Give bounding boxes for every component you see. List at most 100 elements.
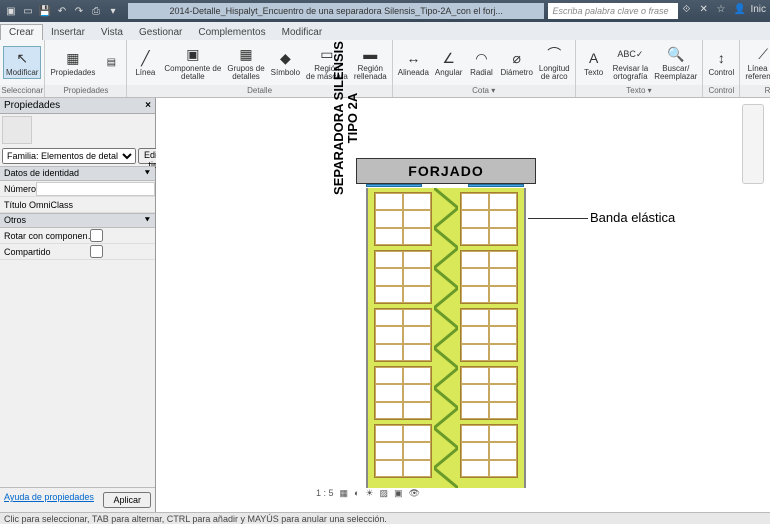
row-compartido: Compartido	[0, 244, 155, 260]
redo-icon[interactable]: ↷	[72, 4, 86, 18]
exchange-icon[interactable]: ✕	[699, 4, 713, 18]
search-input[interactable]: Escriba palabra clave o frase	[548, 3, 678, 19]
group-referencia: ⟋Línea de referencia ▱Plano de referenci…	[740, 40, 770, 97]
row-rotar: Rotar con componen…	[0, 228, 155, 244]
fill-icon: ▬	[360, 44, 380, 64]
find-icon: 🔍	[666, 44, 686, 64]
crop-icon[interactable]: ▣	[394, 488, 403, 499]
close-icon[interactable]: ×	[145, 100, 151, 111]
revisar-button[interactable]: ABC✓Revisar la ortografía	[611, 43, 651, 82]
rotar-checkbox[interactable]	[90, 229, 103, 242]
family-selector[interactable]: Familia: Elementos de detal	[2, 148, 136, 164]
scale-control[interactable]: 1 : 5	[316, 488, 334, 498]
wall-type-label: SEPARADORA SILENSIS TIPO 2A	[332, 8, 361, 228]
buscar-button[interactable]: 🔍Buscar/ Reemplazar	[652, 43, 699, 82]
visual-style-icon[interactable]: ◐	[354, 488, 359, 498]
group-cota: ↔Alineada ∠Angular ◠Radial ⌀Diámetro ⌒Lo…	[393, 40, 576, 97]
save-icon[interactable]: 💾	[38, 4, 52, 18]
text-icon: A	[584, 48, 604, 68]
print-icon[interactable]: ⎙	[89, 4, 103, 18]
shadow-icon[interactable]: ▨	[380, 488, 389, 499]
tab-gestionar[interactable]: Gestionar	[131, 25, 190, 40]
apply-button[interactable]: Aplicar	[103, 492, 151, 508]
group-label: Texto ▾	[576, 85, 703, 97]
ribbon-tabs: Crear Insertar Vista Gestionar Complemen…	[0, 22, 770, 40]
numero-omni-input[interactable]	[36, 182, 155, 196]
detail-drawing: FORJADO	[356, 158, 536, 184]
radial-icon: ◠	[471, 48, 491, 68]
subscription-icon[interactable]: ⟐	[682, 4, 696, 18]
propiedades-button[interactable]: ▦Propiedades	[48, 47, 97, 78]
tab-insertar[interactable]: Insertar	[43, 25, 93, 40]
modificar-button[interactable]: ↖Modificar	[3, 46, 41, 79]
detail-level-icon[interactable]: ▦	[340, 488, 349, 499]
type-thumb	[0, 114, 155, 146]
status-bar: Clic para seleccionar, TAB para alternar…	[0, 512, 770, 524]
group-label: Cota ▾	[393, 85, 575, 97]
tab-complementos[interactable]: Complementos	[190, 25, 273, 40]
nav-bar[interactable]	[742, 104, 764, 184]
leader-line	[528, 218, 588, 219]
quick-access-toolbar: ▣ ▭ 💾 ↶ ↷ ⎙ ▾	[0, 4, 124, 18]
arc-icon: ⌒	[544, 44, 564, 64]
radial-button[interactable]: ◠Radial	[466, 47, 496, 78]
simbolo-button[interactable]: ◆Símbolo	[269, 47, 302, 78]
properties-header: Propiedades ×	[0, 98, 155, 114]
componente-button[interactable]: ▣Componente de detalle	[162, 43, 223, 82]
titulo-omni-value	[90, 198, 155, 212]
group-texto: ATexto ABC✓Revisar la ortografía 🔍Buscar…	[576, 40, 704, 97]
angular-button[interactable]: ∠Angular	[433, 47, 465, 78]
tab-vista[interactable]: Vista	[93, 25, 131, 40]
linea-ref-button[interactable]: ⟋Línea de referencia	[743, 43, 770, 82]
line-icon: ╱	[135, 48, 155, 68]
refline-icon: ⟋	[753, 44, 770, 64]
user-icon[interactable]: 👤	[733, 4, 747, 18]
help-link[interactable]: Ayuda de propiedades	[4, 492, 94, 508]
insulation-icon	[434, 188, 458, 488]
hide-icon[interactable]: 👁	[409, 488, 420, 499]
section-identidad[interactable]: Datos de identidad⯆	[0, 166, 155, 181]
group-control: ↕Control Control	[703, 40, 740, 97]
aligned-icon: ↔	[403, 48, 423, 68]
compartido-checkbox[interactable]	[90, 245, 103, 258]
qat-more-icon[interactable]: ▾	[106, 4, 120, 18]
row-numero-omni: Número OmniClass	[0, 181, 155, 197]
cursor-icon: ↖	[12, 48, 32, 68]
group-propiedades: ▦Propiedades ▤ Propiedades	[45, 40, 127, 97]
section-otros[interactable]: Otros⯆	[0, 213, 155, 228]
app-menu-icon[interactable]: ▣	[4, 4, 18, 18]
alineada-button[interactable]: ↔Alineada	[396, 47, 431, 78]
texto-button[interactable]: ATexto	[579, 47, 609, 78]
brick-left	[374, 192, 432, 478]
tab-crear[interactable]: Crear	[0, 24, 43, 40]
diameter-icon: ⌀	[507, 48, 527, 68]
main-area: Propiedades × Familia: Elementos de deta…	[0, 98, 770, 512]
favorite-icon[interactable]: ☆	[716, 4, 730, 18]
group-label: Seleccionar ▾	[0, 85, 44, 97]
type-props-button[interactable]: ▤	[99, 52, 123, 74]
titlebar-right: ⟐ ✕ ☆ 👤 Inic	[678, 4, 770, 18]
annotation-banda: Banda elástica	[590, 210, 675, 225]
sun-icon[interactable]: ☀	[365, 488, 373, 499]
control-button[interactable]: ↕Control	[706, 47, 736, 78]
group-icon: ▦	[236, 44, 256, 64]
slab-label: FORJADO	[356, 158, 536, 184]
control-icon: ↕	[711, 48, 731, 68]
type-icon: ▤	[101, 53, 121, 73]
ribbon: ↖Modificar Seleccionar ▾ ▦Propiedades ▤ …	[0, 40, 770, 98]
user-label[interactable]: Inic	[750, 4, 766, 18]
wall-section	[366, 188, 526, 488]
group-label: Control	[703, 85, 739, 97]
open-icon[interactable]: ▭	[21, 4, 35, 18]
undo-icon[interactable]: ↶	[55, 4, 69, 18]
properties-icon: ▦	[63, 48, 83, 68]
longarco-button[interactable]: ⌒Longitud de arco	[537, 43, 572, 82]
linea-button[interactable]: ╱Línea	[130, 47, 160, 78]
grupos-button[interactable]: ▦Grupos de detalles	[225, 43, 266, 82]
drawing-canvas[interactable]: FORJADO S	[156, 98, 770, 512]
tab-modificar[interactable]: Modificar	[274, 25, 331, 40]
angular-icon: ∠	[439, 48, 459, 68]
symbol-icon: ◆	[275, 48, 295, 68]
diametro-button[interactable]: ⌀Diámetro	[498, 47, 534, 78]
component-icon: ▣	[183, 44, 203, 64]
